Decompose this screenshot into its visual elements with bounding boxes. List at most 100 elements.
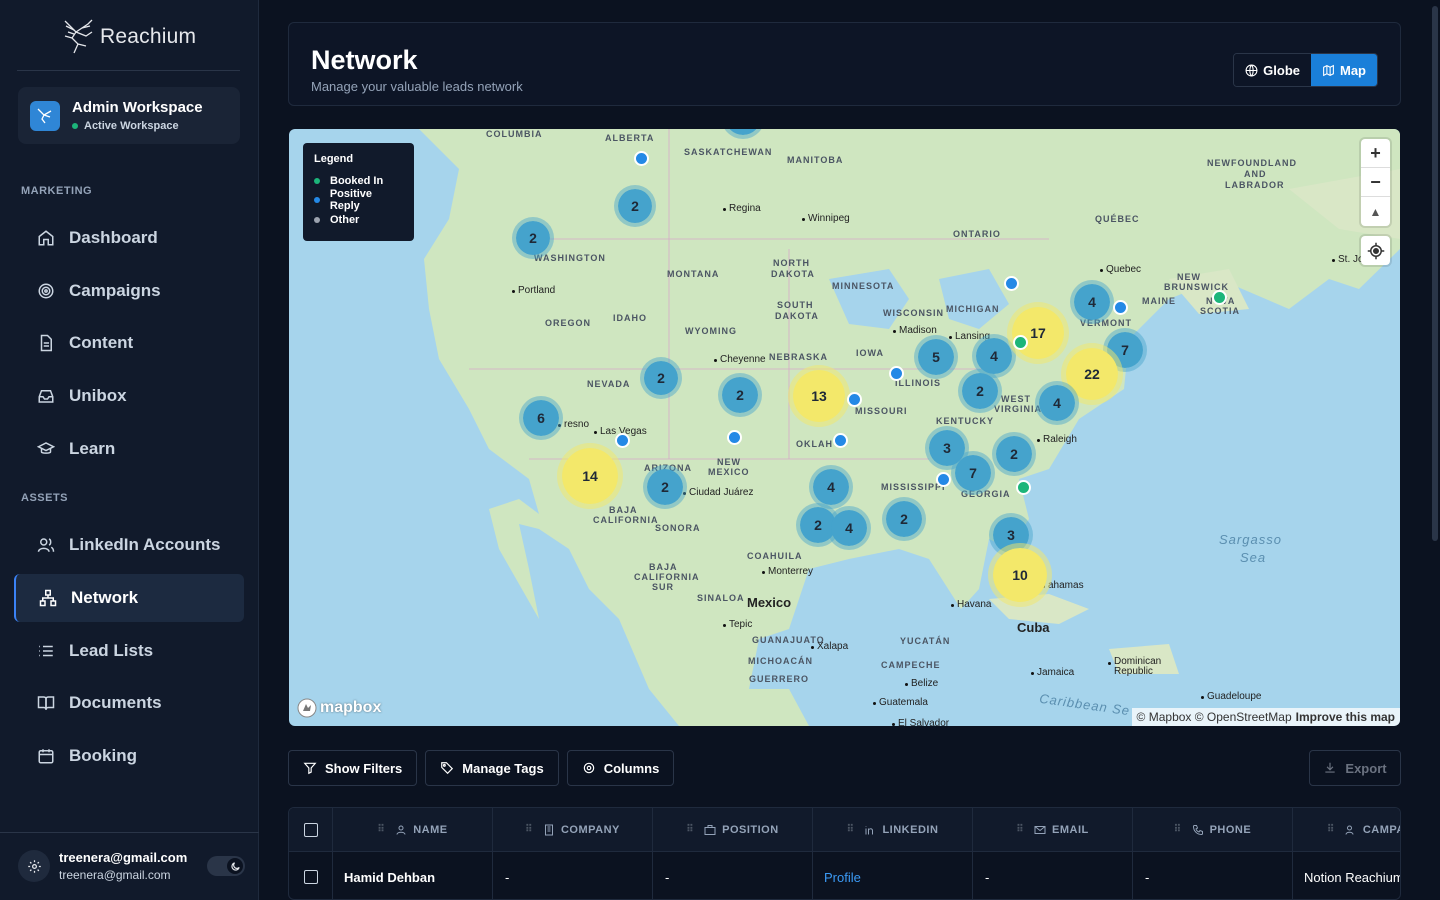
- sidebar-item-booking[interactable]: Booking: [14, 732, 244, 780]
- drag-handle-icon[interactable]: ⠿: [1174, 824, 1182, 835]
- compass-button[interactable]: ▲: [1361, 197, 1390, 226]
- table-row[interactable]: Hamid Dehban - - Profile - - Notion Reac…: [289, 852, 1400, 899]
- select-all-checkbox[interactable]: [303, 822, 318, 837]
- region-label: IOWA: [856, 348, 884, 358]
- map-cluster[interactable]: 2: [643, 465, 687, 509]
- attribution-text[interactable]: © Mapbox © OpenStreetMap: [1137, 710, 1292, 724]
- region-label: MANITOBA: [787, 155, 844, 165]
- export-label: Export: [1345, 760, 1387, 776]
- select-all-cell: [289, 808, 333, 851]
- column-header-name[interactable]: ⠿ NAME: [333, 808, 493, 851]
- sidebar-item-linkedin-accounts[interactable]: LinkedIn Accounts: [14, 521, 244, 569]
- map-cluster[interactable]: 17: [1007, 302, 1069, 364]
- map-cluster[interactable]: 7: [951, 451, 995, 495]
- column-header-email[interactable]: ⠿ EMAIL: [973, 808, 1133, 851]
- manage-tags-button[interactable]: Manage Tags: [425, 750, 559, 786]
- map-cluster[interactable]: 4: [827, 506, 871, 550]
- lead-pin-positive-reply[interactable]: [615, 433, 630, 448]
- column-header-campaign[interactable]: ⠿ CAMPA: [1293, 808, 1400, 851]
- region-label: MEXICO: [708, 467, 750, 477]
- map-cluster[interactable]: 4: [1035, 381, 1079, 425]
- lead-pin-booked-in[interactable]: [1016, 480, 1031, 495]
- map-view-button[interactable]: Map: [1311, 54, 1377, 86]
- zoom-in-button[interactable]: +: [1361, 139, 1390, 168]
- city-label: Portland: [511, 285, 556, 296]
- lead-pin-positive-reply[interactable]: [889, 366, 904, 381]
- sidebar: Reachium Admin Workspace Active Workspac…: [0, 0, 259, 900]
- leads-table: ⠿ NAME ⠿ COMPANY ⠿ POSITION ⠿ LINKEDIN ⠿ EMAI…: [288, 807, 1401, 900]
- lead-pin-positive-reply[interactable]: [727, 430, 742, 445]
- settings-button[interactable]: [18, 850, 50, 882]
- mapbox-logo[interactable]: mapbox: [297, 698, 381, 718]
- lead-pin-booked-in[interactable]: [1013, 335, 1028, 350]
- sidebar-item-content[interactable]: Content: [14, 319, 244, 367]
- region-label: NEW: [1177, 272, 1201, 282]
- zoom-out-button[interactable]: −: [1361, 168, 1390, 197]
- theme-toggle[interactable]: [207, 856, 245, 876]
- map-cluster[interactable]: 2: [614, 185, 656, 227]
- sidebar-item-unibox[interactable]: Unibox: [14, 372, 244, 420]
- country-label: Cuba: [1017, 620, 1050, 635]
- region-label: KENTUCKY: [936, 416, 995, 426]
- lead-pin-booked-in[interactable]: [1212, 290, 1227, 305]
- drag-handle-icon[interactable]: ⠿: [525, 824, 533, 835]
- lead-pin-positive-reply[interactable]: [1113, 300, 1128, 315]
- workspace-title: Admin Workspace: [72, 99, 203, 116]
- brand[interactable]: Reachium: [62, 18, 196, 56]
- lead-pin-positive-reply[interactable]: [847, 392, 862, 407]
- map-cluster[interactable]: 10: [988, 543, 1052, 607]
- map-cluster[interactable]: 2: [882, 497, 926, 541]
- map-icon: [1323, 64, 1334, 76]
- sidebar-item-dashboard[interactable]: Dashboard: [14, 214, 244, 262]
- column-header-linkedin[interactable]: ⠿ LINKEDIN: [813, 808, 973, 851]
- lead-pin-positive-reply[interactable]: [833, 433, 848, 448]
- sidebar-item-campaigns[interactable]: Campaigns: [14, 267, 244, 315]
- drag-handle-icon[interactable]: ⠿: [686, 824, 694, 835]
- map-cluster[interactable]: 5: [914, 335, 958, 379]
- region-label: NEW: [717, 457, 741, 467]
- map-cluster[interactable]: 2: [512, 217, 554, 259]
- sidebar-item-learn[interactable]: Learn: [14, 425, 244, 473]
- region-label: NEWFOUNDLAND: [1207, 158, 1297, 168]
- column-label: POSITION: [722, 823, 779, 836]
- lead-pin-positive-reply[interactable]: [936, 472, 951, 487]
- drag-handle-icon[interactable]: ⠿: [1016, 824, 1024, 835]
- city-label: resno: [557, 419, 590, 430]
- map-cluster[interactable]: 14: [557, 443, 623, 509]
- columns-button[interactable]: Columns: [566, 750, 675, 786]
- map-cluster[interactable]: 4: [1070, 280, 1114, 324]
- improve-map-link[interactable]: Improve this map: [1296, 710, 1395, 724]
- map-cluster[interactable]: 6: [519, 396, 563, 440]
- column-header-phone[interactable]: ⠿ PHONE: [1133, 808, 1293, 851]
- lead-pin-positive-reply[interactable]: [634, 151, 649, 166]
- lead-pin-positive-reply[interactable]: [1004, 276, 1019, 291]
- globe-view-button[interactable]: Globe: [1234, 54, 1311, 86]
- inbox-icon: [38, 390, 54, 403]
- map-cluster[interactable]: 2: [992, 432, 1036, 476]
- view-switch: Globe Map: [1233, 53, 1378, 87]
- map-cluster[interactable]: 2: [718, 373, 762, 417]
- show-filters-button[interactable]: Show Filters: [288, 750, 418, 786]
- map-cluster[interactable]: 13: [788, 365, 850, 427]
- geolocate-button[interactable]: [1361, 236, 1390, 265]
- drag-handle-icon[interactable]: ⠿: [847, 824, 855, 835]
- sidebar-item-lead-lists[interactable]: Lead Lists: [14, 627, 244, 675]
- export-button[interactable]: Export: [1309, 750, 1401, 786]
- region-label: ONTARIO: [953, 229, 1001, 239]
- network-map[interactable]: COLUMBIA ALBERTA SASKATCHEWAN MANITOBA O…: [289, 129, 1400, 726]
- linkedin-profile-link[interactable]: Profile: [813, 852, 973, 899]
- page-scrollbar[interactable]: [1432, 6, 1438, 541]
- drag-handle-icon[interactable]: ⠿: [1327, 824, 1335, 835]
- map-cluster[interactable]: 2: [958, 369, 1002, 413]
- column-header-position[interactable]: ⠿ POSITION: [653, 808, 813, 851]
- drag-handle-icon[interactable]: ⠿: [377, 824, 385, 835]
- sidebar-item-documents[interactable]: Documents: [14, 679, 244, 727]
- column-header-company[interactable]: ⠿ COMPANY: [493, 808, 653, 851]
- city-label: St. Jo: [1332, 254, 1364, 265]
- globe-view-label: Globe: [1263, 62, 1300, 78]
- sidebar-item-network[interactable]: Network: [14, 574, 244, 622]
- row-checkbox[interactable]: [303, 870, 318, 884]
- map-cluster[interactable]: 2: [640, 357, 682, 399]
- region-label: MAINE: [1142, 296, 1176, 306]
- workspace-switcher[interactable]: Admin Workspace Active Workspace: [18, 87, 240, 144]
